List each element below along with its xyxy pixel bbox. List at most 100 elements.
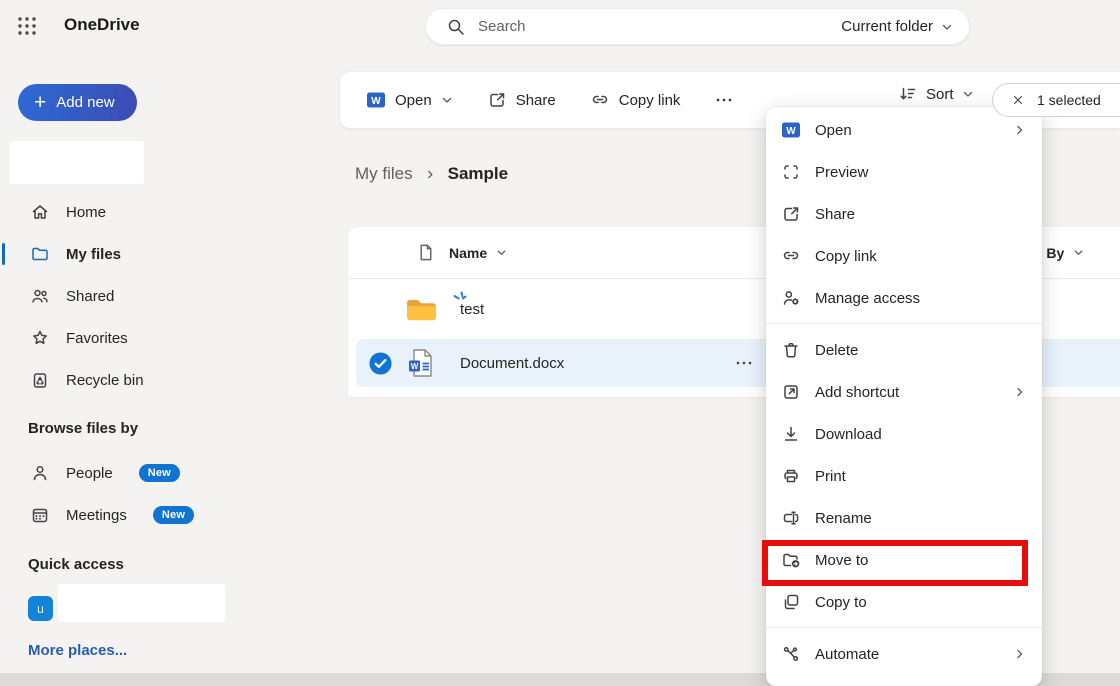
app-launcher-icon[interactable]: [16, 15, 38, 37]
sidebar-item-label: My files: [66, 246, 121, 263]
copy-to-icon: [781, 592, 801, 612]
chevron-right-icon: [1014, 648, 1026, 660]
menu-item-label: Manage access: [815, 290, 1026, 307]
rename-icon: [781, 508, 801, 528]
manage-access-icon: [781, 288, 801, 308]
sort-button[interactable]: Sort: [898, 84, 974, 104]
sidebar-item-label: Home: [66, 204, 106, 221]
sidebar-nav: Home My files Shared Favorites Recycle b…: [0, 191, 336, 401]
link-icon: [590, 90, 610, 110]
storage-info-box: [10, 141, 144, 184]
add-new-label: Add new: [56, 94, 114, 111]
browse-files-by-heading: Browse files by: [28, 420, 138, 437]
menu-item-label: Rename: [815, 510, 1026, 527]
app-title: OneDrive: [64, 15, 140, 35]
breadcrumb-current: Sample: [448, 164, 508, 184]
quick-access-heading: Quick access: [28, 556, 124, 573]
sort-label: Sort: [926, 86, 954, 103]
quick-access-site-name[interactable]: [58, 584, 225, 622]
chevron-down-icon: [962, 88, 974, 100]
sidebar-item-meetings[interactable]: Meetings New: [0, 494, 336, 536]
open-button[interactable]: W Open: [356, 82, 463, 118]
link-icon: [781, 246, 801, 266]
ellipsis-icon: [714, 90, 734, 110]
menu-item-label: Download: [815, 426, 1026, 443]
menu-item-label: Delete: [815, 342, 1026, 359]
chevron-down-icon: [1073, 247, 1084, 258]
word-icon: W: [366, 90, 386, 110]
document-type-icon: [416, 243, 435, 262]
selection-count-label: 1 selected: [1037, 92, 1101, 108]
star-icon: [30, 328, 50, 348]
sidebar-item-favorites[interactable]: Favorites: [0, 317, 336, 359]
menu-item-label: Copy link: [815, 248, 1026, 265]
chevron-down-icon: [441, 94, 453, 106]
sidebar-item-label: Recycle bin: [66, 372, 144, 389]
column-header-name[interactable]: Name: [449, 245, 507, 261]
calendar-icon: [30, 505, 50, 525]
preview-icon: [781, 162, 801, 182]
file-name[interactable]: Document.docx: [460, 355, 564, 372]
chevron-right-icon: [1014, 386, 1026, 398]
breadcrumb-parent[interactable]: My files: [355, 164, 413, 184]
person-icon: [30, 463, 50, 483]
automate-icon: [781, 644, 801, 664]
row-more-actions-button[interactable]: [734, 353, 754, 373]
menu-item-label: Add shortcut: [815, 384, 1000, 401]
menu-item-download[interactable]: Download: [766, 413, 1042, 455]
menu-item-label: Preview: [815, 164, 1026, 181]
selection-count-pill[interactable]: 1 selected: [992, 83, 1120, 117]
more-commands-button[interactable]: [704, 82, 744, 118]
recycle-bin-icon: [30, 370, 50, 390]
trash-icon: [781, 340, 801, 360]
menu-item-add-shortcut[interactable]: Add shortcut: [766, 371, 1042, 413]
share-button[interactable]: Share: [477, 82, 566, 118]
sidebar-item-my-files[interactable]: My files: [0, 233, 336, 275]
download-icon: [781, 424, 801, 444]
menu-item-preview[interactable]: Preview: [766, 151, 1042, 193]
breadcrumb: My files Sample: [355, 164, 508, 184]
menu-item-copy-to[interactable]: Copy to: [766, 581, 1042, 623]
svg-text:W: W: [371, 96, 381, 107]
folder-icon: [404, 296, 438, 323]
sidebar-item-label: People: [66, 465, 113, 482]
dismiss-icon[interactable]: [1011, 93, 1025, 107]
search-input[interactable]: [478, 18, 841, 35]
word-icon: W: [781, 120, 801, 140]
selected-check-icon[interactable]: [356, 351, 404, 376]
new-badge: New: [139, 464, 180, 482]
sidebar-item-home[interactable]: Home: [0, 191, 336, 233]
menu-item-delete[interactable]: Delete: [766, 329, 1042, 371]
new-badge: New: [153, 506, 194, 524]
svg-text:W: W: [411, 362, 419, 371]
svg-text:W: W: [786, 126, 796, 137]
search-scope-dropdown[interactable]: Current folder: [841, 18, 953, 35]
menu-item-label: Automate: [815, 646, 1000, 663]
plus-icon: +: [34, 92, 46, 113]
sidebar-item-people[interactable]: People New: [0, 452, 336, 494]
menu-item-print[interactable]: Print: [766, 455, 1042, 497]
menu-item-share[interactable]: Share: [766, 193, 1042, 235]
open-label: Open: [395, 92, 432, 109]
menu-item-label: Print: [815, 468, 1026, 485]
search-bar[interactable]: Current folder: [425, 8, 970, 45]
menu-item-automate[interactable]: Automate: [766, 633, 1042, 675]
quick-access-site-tile[interactable]: u: [28, 596, 53, 621]
menu-item-rename[interactable]: Rename: [766, 497, 1042, 539]
copy-link-button[interactable]: Copy link: [580, 82, 691, 118]
menu-item-manage-access[interactable]: Manage access: [766, 277, 1042, 319]
menu-divider: [766, 627, 1042, 628]
menu-item-move-to[interactable]: Move to: [766, 539, 1042, 581]
sidebar-item-recycle-bin[interactable]: Recycle bin: [0, 359, 336, 401]
top-bar: OneDrive Current folder: [0, 0, 1120, 52]
more-places-link[interactable]: More places...: [28, 642, 127, 659]
add-new-button[interactable]: + Add new: [18, 84, 137, 121]
onedrive-app: OneDrive Current folder + Add new Home: [0, 0, 1120, 686]
sidebar-item-shared[interactable]: Shared: [0, 275, 336, 317]
new-item-indicator-icon: [453, 291, 467, 304]
people-icon: [30, 286, 50, 306]
share-icon: [781, 204, 801, 224]
menu-item-copy-link[interactable]: Copy link: [766, 235, 1042, 277]
sort-icon: [898, 84, 918, 104]
chevron-down-icon: [496, 247, 507, 258]
